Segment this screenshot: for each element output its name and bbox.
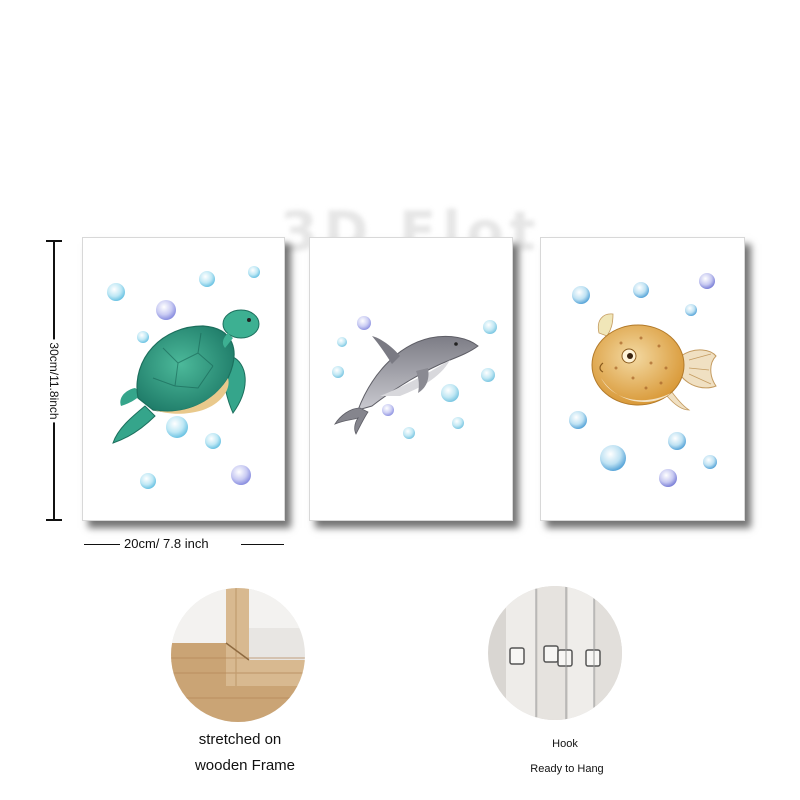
bubble <box>452 417 464 429</box>
bubble <box>668 432 686 450</box>
sea-turtle-illustration <box>107 266 260 489</box>
bubble <box>685 304 697 316</box>
height-dimension-cap-bottom <box>46 519 62 521</box>
wooden-frame-photo <box>171 588 305 722</box>
bubble <box>633 282 649 298</box>
bubble <box>659 469 677 487</box>
bubble <box>403 427 415 439</box>
canvas-panel-sea-turtle[interactable] <box>82 237 285 521</box>
bubble <box>569 411 587 429</box>
width-dimension-line-left <box>84 544 120 545</box>
bubble <box>205 433 221 449</box>
bubble <box>703 455 717 469</box>
bubble <box>481 368 495 382</box>
bubble <box>137 331 149 343</box>
bubble <box>483 320 497 334</box>
pufferfish-illustration <box>569 273 717 487</box>
bubble <box>140 473 156 489</box>
bubble <box>600 445 626 471</box>
canvas-panel-pufferfish[interactable] <box>540 237 745 521</box>
bubble <box>382 404 394 416</box>
hook-photo <box>488 586 622 720</box>
bubble <box>107 283 125 301</box>
bubble <box>156 300 176 320</box>
bubble <box>231 465 251 485</box>
wooden-frame-caption-line2: wooden Frame <box>194 757 296 774</box>
bubble <box>699 273 715 289</box>
bubble <box>248 266 260 278</box>
canvas-panel-dolphin[interactable] <box>309 237 513 521</box>
hook-caption: Hook <box>552 738 578 750</box>
wooden-frame-caption-line1: stretched on <box>198 731 282 748</box>
width-dimension-line-right <box>241 544 284 545</box>
bubble <box>441 384 459 402</box>
bubble <box>332 366 344 378</box>
bubble <box>199 271 215 287</box>
bubble <box>572 286 590 304</box>
bubble <box>357 316 371 330</box>
height-dimension-text: 30cm/11.8inch <box>45 339 63 423</box>
height-dimension-cap-top <box>46 240 62 242</box>
ready-to-hang-caption: Ready to Hang <box>530 763 604 775</box>
bubble <box>337 337 347 347</box>
bubble <box>166 416 188 438</box>
dolphin-illustration <box>332 316 497 439</box>
width-dimension-label: 20cm/ 7.8 inch <box>124 536 209 551</box>
